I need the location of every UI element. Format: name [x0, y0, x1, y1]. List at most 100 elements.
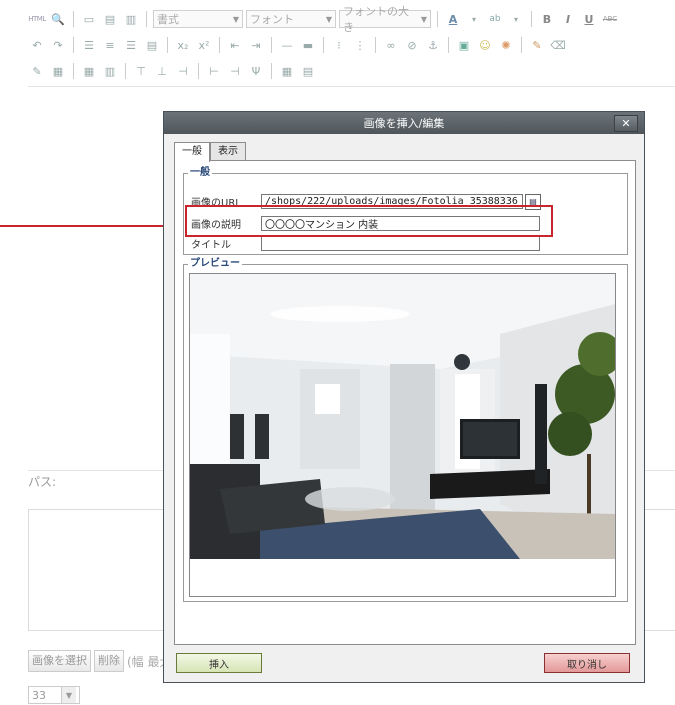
preview-image: [190, 274, 615, 559]
row-properties-icon[interactable]: ▥: [101, 62, 119, 80]
merge-cells-icon[interactable]: ▦: [278, 62, 296, 80]
format-select[interactable]: 書式 ▼: [153, 10, 243, 28]
page-select[interactable]: 33 ▼: [28, 686, 80, 704]
toolbar-separator: [73, 63, 74, 79]
close-button[interactable]: ✕: [614, 115, 638, 132]
new-document-icon[interactable]: ▭: [80, 10, 98, 28]
outdent-icon[interactable]: ⇤: [226, 36, 244, 54]
tab-general[interactable]: 一般: [174, 142, 210, 162]
image-icon[interactable]: ▣: [455, 36, 473, 54]
bullet-list-icon[interactable]: ⁝: [330, 36, 348, 54]
toolbar-separator: [521, 37, 522, 53]
insert-row-before-icon[interactable]: ⊤: [132, 62, 150, 80]
eraser-icon[interactable]: ⌫: [549, 36, 567, 54]
bold-icon[interactable]: B: [538, 10, 556, 28]
toolbar-separator: [125, 63, 126, 79]
align-left-icon[interactable]: ☰: [80, 36, 98, 54]
align-right-icon[interactable]: ☰: [122, 36, 140, 54]
annotation-pointer-line: [0, 225, 187, 227]
undo-icon[interactable]: ↶: [28, 36, 46, 54]
anchor-icon[interactable]: ⚓: [424, 36, 442, 54]
table-icon[interactable]: ▦: [80, 62, 98, 80]
underline-icon[interactable]: U: [580, 10, 598, 28]
html-source-icon[interactable]: HTML: [28, 10, 46, 28]
chevron-down-icon: ▼: [420, 14, 427, 24]
redo-icon[interactable]: ↷: [49, 36, 67, 54]
close-icon: ✕: [621, 117, 631, 130]
toolbar-separator: [198, 63, 199, 79]
annotation-highlight-box: [185, 205, 553, 237]
subscript-icon[interactable]: x₂: [174, 36, 192, 54]
text-color-icon[interactable]: A: [444, 10, 462, 28]
general-legend: 一般: [188, 167, 212, 179]
format-select-label: 書式: [157, 13, 179, 26]
split-cells-icon[interactable]: ▤: [299, 62, 317, 80]
highlight-color-icon[interactable]: ab: [486, 10, 504, 28]
insert-button[interactable]: 挿入: [176, 653, 262, 673]
chevron-down-icon: ▼: [325, 14, 332, 24]
toolbar-separator: [375, 37, 376, 53]
toolbar-row-2: ↶ ↷ ☰ ≡ ☰ ▤ x₂ x² ⇤ ⇥ — ▬ ⁝ ⋮ ∞ ⊘ ⚓ ▣ ☺ …: [28, 34, 567, 56]
page-select-value: 33: [32, 688, 46, 702]
edit-icon[interactable]: ✎: [28, 62, 46, 80]
insert-col-after-icon[interactable]: ⊣: [226, 62, 244, 80]
toolbar-separator: [437, 11, 438, 27]
superscript-icon[interactable]: x²: [195, 36, 213, 54]
indent-icon[interactable]: ⇥: [247, 36, 265, 54]
horizontal-rule-icon[interactable]: —: [278, 36, 296, 54]
align-center-icon[interactable]: ≡: [101, 36, 119, 54]
find-icon[interactable]: 🔍: [49, 10, 67, 28]
toolbar-separator: [219, 37, 220, 53]
dialog-title-bar[interactable]: 画像を挿入/編集 ✕: [164, 112, 644, 134]
link-icon[interactable]: ∞: [382, 36, 400, 54]
delete-button[interactable]: 削除: [94, 650, 124, 672]
align-justify-icon[interactable]: ▤: [143, 36, 161, 54]
cleanup-icon[interactable]: ✎: [528, 36, 546, 54]
toolbar-separator: [531, 11, 532, 27]
select-image-button[interactable]: 画像を選択: [28, 650, 91, 672]
font-select[interactable]: フォント ▼: [246, 10, 336, 28]
dialog-title: 画像を挿入/編集: [363, 117, 445, 130]
insert-row-after-icon[interactable]: ⊥: [153, 62, 171, 80]
emoticon-icon[interactable]: ☺: [476, 36, 494, 54]
chevron-down-icon: ▼: [61, 687, 76, 703]
dialog-tabs: 一般 表示: [174, 142, 246, 162]
numbered-list-icon[interactable]: ⋮: [351, 36, 369, 54]
delete-row-icon[interactable]: ⊣: [174, 62, 192, 80]
toolbar-separator: [448, 37, 449, 53]
toolbar-separator: [167, 37, 168, 53]
preview-legend: プレビュー: [188, 258, 242, 270]
italic-icon[interactable]: I: [559, 10, 577, 28]
title-input[interactable]: [261, 236, 540, 251]
font-select-label: フォント: [250, 13, 294, 26]
toolbar-row-1: HTML 🔍 ▭ ▤ ▥ 書式 ▼ フォント ▼ フォントの大き ▼ A ▾ a…: [28, 5, 619, 34]
unlink-icon[interactable]: ⊘: [403, 36, 421, 54]
chevron-down-icon[interactable]: ▾: [507, 10, 525, 28]
toolbar-separator: [73, 11, 74, 27]
toolbar-separator: [73, 37, 74, 53]
font-size-select[interactable]: フォントの大き ▼: [339, 5, 431, 34]
toolbar-separator: [271, 37, 272, 53]
special-char-icon[interactable]: ✺: [497, 36, 515, 54]
title-label: タイトル: [191, 240, 231, 251]
delete-col-icon[interactable]: Ψ: [247, 62, 265, 80]
toolbar-separator: [271, 63, 272, 79]
title-row: タイトル: [191, 235, 540, 252]
strikethrough-icon[interactable]: ABC: [601, 10, 619, 28]
font-size-select-label: フォントの大き: [343, 5, 409, 34]
insert-col-before-icon[interactable]: ⊢: [205, 62, 223, 80]
remove-format-icon[interactable]: ▬: [299, 36, 317, 54]
chevron-down-icon[interactable]: ▾: [465, 10, 483, 28]
tab-appearance[interactable]: 表示: [210, 142, 246, 161]
preview-box: [189, 273, 616, 597]
toolbar-separator: [323, 37, 324, 53]
toolbar-separator: [146, 11, 147, 27]
chevron-down-icon: ▼: [232, 14, 239, 24]
table-properties-icon[interactable]: ▦: [49, 62, 67, 80]
bottom-controls: 画像を選択 削除 (幅 最大: [28, 650, 172, 672]
path-label: パス:: [28, 475, 57, 489]
cancel-button[interactable]: 取り消し: [544, 653, 630, 673]
paste-icon[interactable]: ▤: [101, 10, 119, 28]
paste-word-icon[interactable]: ▥: [122, 10, 140, 28]
toolbar-row-3: ✎ ▦ ▦ ▥ ⊤ ⊥ ⊣ ⊢ ⊣ Ψ ▦ ▤: [28, 60, 317, 82]
